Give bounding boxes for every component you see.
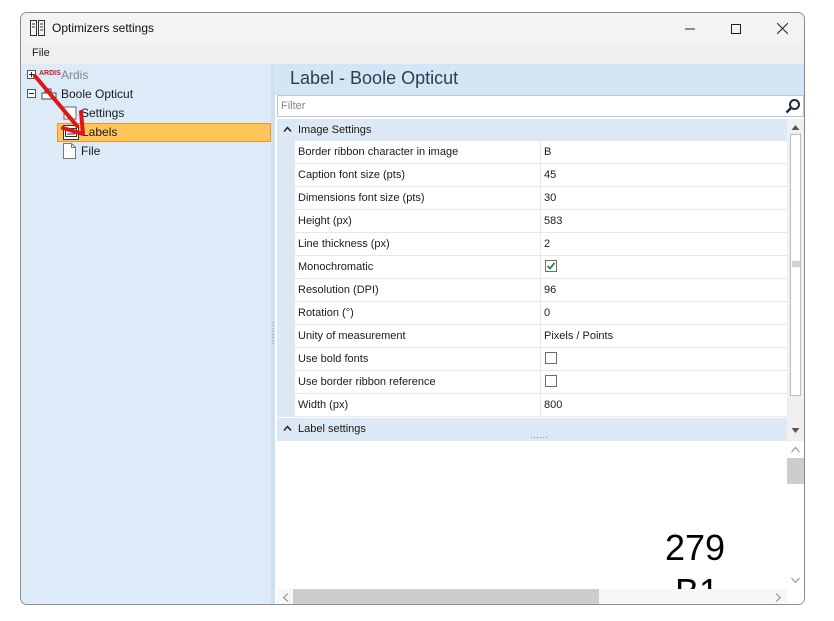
property-value[interactable]: 96	[544, 284, 556, 296]
minimize-button[interactable]	[667, 13, 713, 44]
properties-panel: Label - Boole Opticut Filter Image Setti…	[275, 64, 804, 604]
property-name: Rotation (°)	[298, 307, 354, 319]
property-name: Use bold fonts	[298, 353, 369, 365]
category-label: Label settings	[298, 423, 366, 435]
app-window: Optimizers settings File ARDIS Ardis Boo…	[20, 12, 805, 605]
panel-title: Label - Boole Opticut	[290, 68, 459, 88]
property-value[interactable]: Pixels / Points	[544, 330, 613, 342]
preview-hscroll-thumb[interactable]	[293, 589, 599, 604]
property-value[interactable]: B	[544, 146, 551, 158]
category-gutter	[277, 141, 295, 417]
property-value[interactable]: 800	[544, 399, 562, 411]
property-row[interactable]: Width (px) 800	[295, 394, 787, 417]
property-name: Resolution (DPI)	[298, 284, 379, 296]
scroll-down-icon[interactable]	[791, 577, 800, 584]
maximize-icon	[731, 23, 741, 34]
menu-file[interactable]: File	[32, 47, 50, 59]
property-row[interactable]: Use border ribbon reference	[295, 371, 787, 394]
property-row[interactable]: Dimensions font size (pts) 30	[295, 187, 787, 210]
property-row[interactable]: Border ribbon character in image B	[295, 141, 787, 164]
scroll-down-icon[interactable]	[791, 427, 800, 434]
menu-bar: File	[21, 44, 804, 64]
property-name: Monochromatic	[298, 261, 374, 273]
collapse-arrow-icon[interactable]	[283, 424, 292, 433]
property-row[interactable]: Caption font size (pts) 45	[295, 164, 787, 187]
property-value[interactable]: 30	[544, 192, 556, 204]
property-value[interactable]: 0	[544, 307, 550, 319]
property-row[interactable]: Rotation (°) 0	[295, 302, 787, 325]
category-image-settings[interactable]: Image Settings	[277, 119, 787, 141]
property-row[interactable]: Height (px) 583	[295, 210, 787, 233]
property-name: Border ribbon character in image	[298, 146, 459, 158]
property-row[interactable]: Unity of measurement Pixels / Points	[295, 325, 787, 348]
scroll-thumb[interactable]	[790, 134, 801, 396]
category-label-settings[interactable]: Label settings	[277, 418, 787, 441]
panel-header: Label - Boole Opticut	[275, 64, 804, 95]
file-icon	[63, 143, 76, 159]
use-bold-fonts-checkbox[interactable]	[545, 352, 557, 364]
preview-horizontal-scrollbar[interactable]	[277, 589, 787, 604]
scroll-left-icon[interactable]	[282, 593, 289, 602]
monochromatic-checkbox[interactable]	[545, 260, 557, 272]
tree-node-file[interactable]: File	[59, 142, 259, 160]
property-grid-scrollbar[interactable]	[787, 119, 804, 441]
scroll-right-icon[interactable]	[775, 593, 782, 602]
property-row[interactable]: Line thickness (px) 2	[295, 233, 787, 256]
property-value[interactable]: 45	[544, 169, 556, 181]
property-name: Line thickness (px)	[298, 238, 390, 250]
property-row[interactable]: Resolution (DPI) 96	[295, 279, 787, 302]
use-border-ribbon-checkbox[interactable]	[545, 375, 557, 387]
label-preview: 279 B1	[277, 441, 804, 604]
scroll-up-icon[interactable]	[791, 124, 800, 131]
app-icon	[30, 20, 45, 36]
minimize-icon	[685, 28, 695, 29]
filter-input[interactable]: Filter	[277, 95, 804, 117]
title-bar: Optimizers settings	[21, 13, 804, 44]
property-name: Height (px)	[298, 215, 352, 227]
property-grid: Image Settings Border ribbon character i…	[277, 119, 787, 441]
navigation-tree: ARDIS Ardis Boole Opticut Settings Label…	[21, 64, 271, 604]
property-row[interactable]: Monochromatic	[295, 256, 787, 279]
resize-grip-icon[interactable]	[531, 436, 549, 439]
window-title: Optimizers settings	[52, 21, 155, 35]
maximize-button[interactable]	[713, 13, 759, 44]
property-value[interactable]: 2	[544, 238, 550, 250]
preview-vertical-scrollbar[interactable]	[787, 441, 804, 589]
property-name: Width (px)	[298, 399, 349, 411]
property-name: Dimensions font size (pts)	[298, 192, 425, 204]
category-label: Image Settings	[298, 124, 372, 136]
thumb-grip-icon	[792, 261, 800, 267]
checkmark-icon	[546, 262, 556, 270]
preview-vscroll-thumb[interactable]	[787, 458, 804, 484]
search-icon[interactable]	[785, 98, 801, 114]
property-name: Unity of measurement	[298, 330, 406, 342]
filter-placeholder: Filter	[281, 100, 306, 112]
property-row[interactable]: Use bold fonts	[295, 348, 787, 371]
close-icon	[776, 23, 788, 34]
red-arrow-annotation	[33, 74, 85, 136]
preview-number: 279	[665, 527, 726, 568]
collapse-arrow-icon[interactable]	[283, 125, 292, 134]
scroll-up-icon[interactable]	[791, 446, 800, 453]
property-name: Caption font size (pts)	[298, 169, 405, 181]
tree-label-file: File	[81, 144, 101, 158]
property-name: Use border ribbon reference	[298, 376, 436, 388]
property-value[interactable]: 583	[544, 215, 562, 227]
close-button[interactable]	[759, 13, 804, 44]
